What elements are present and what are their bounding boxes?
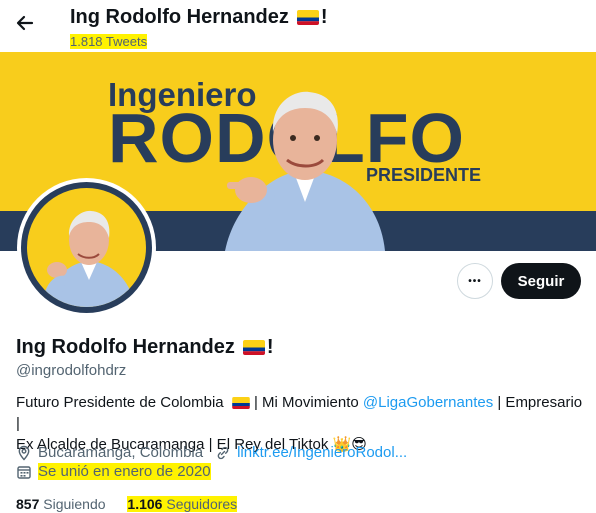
back-button[interactable] [8,8,42,42]
bio-part1: Futuro Presidente de Colombia [16,394,224,411]
profile-handle: @ingrodolfohdrz [16,362,127,379]
header-name-suffix: ! [320,6,328,28]
header-title: Ing Rodolfo Hernandez ! [70,6,328,29]
followers-link[interactable]: 1.106 Seguidores [127,496,238,512]
colombia-flag-icon [231,397,250,410]
profile-name-suffix: ! [266,336,274,358]
header-name: Ing Rodolfo Hernandez [70,6,289,28]
website-link[interactable]: linktr.ee/IngenieroRodol... [237,444,407,461]
more-horizontal-icon: ••• [468,275,482,287]
location-pin-icon [16,445,32,461]
follow-button[interactable]: Seguir [501,263,581,299]
link-icon [215,445,231,461]
tweet-count: 1.818 Tweets [70,34,148,49]
joined-text: Se unió en enero de 2020 [38,463,211,480]
colombia-flag-icon [242,340,265,355]
avatar-ring [21,182,152,313]
mention-link[interactable]: @LigaGobernantes [363,394,493,411]
profile-meta-row: Bucaramanga, Colombia linktr.ee/Ingenier… [16,444,407,461]
joined-row: Se unió en enero de 2020 [16,463,211,480]
bio-part2: | Mi Movimiento [249,394,363,411]
colombia-flag-icon [296,10,319,25]
arrow-left-icon [15,13,35,38]
calendar-icon [16,464,32,480]
follow-stats: 857 Siguiendo 1.106 Seguidores [16,496,238,512]
profile-name: Ing Rodolfo Hernandez ! [16,336,274,359]
profile-header: Ing Rodolfo Hernandez ! 1.818 Tweets [0,0,596,52]
location-text: Bucaramanga, Colombia [38,444,204,461]
more-options-button[interactable]: ••• [457,263,493,299]
profile-name-text: Ing Rodolfo Hernandez [16,336,235,358]
banner-portrait [225,91,385,251]
following-link[interactable]: 857 Siguiendo [16,496,106,512]
avatar[interactable] [17,178,156,317]
avatar-photo [27,188,146,307]
